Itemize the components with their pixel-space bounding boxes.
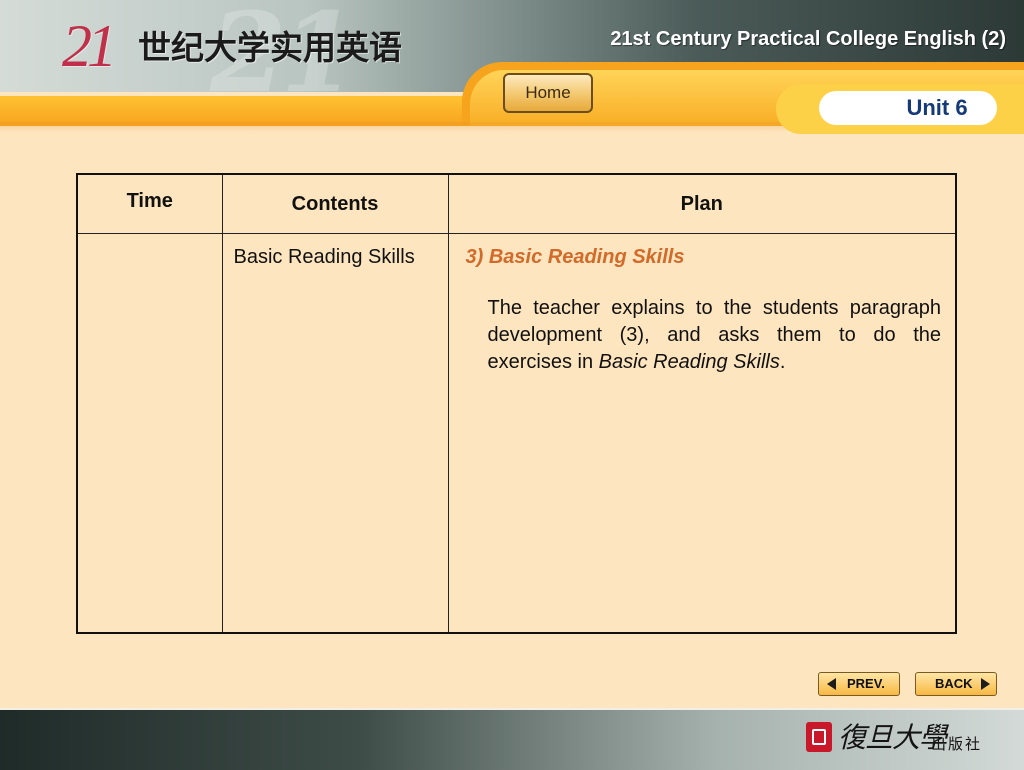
prev-button-label: PREV.: [847, 676, 885, 691]
cell-plan: 3) Basic Reading Skills The teacher expl…: [447, 233, 957, 634]
header-plan: Plan: [447, 173, 957, 234]
logo-chinese-title: 世纪大学实用英语: [138, 28, 402, 67]
publisher-seal-icon: [806, 722, 832, 752]
header-time: Time: [76, 173, 223, 234]
plan-text-end: .: [779, 351, 786, 373]
plan-heading: 3) Basic Reading Skills: [465, 246, 685, 268]
plan-table: Time Contents Plan Basic Reading Skills …: [76, 173, 957, 634]
plan-text-emphasis: Basic Reading Skills: [598, 351, 780, 373]
cell-time: [76, 233, 223, 634]
back-button[interactable]: BACK: [915, 672, 997, 696]
logo-number: 21: [62, 13, 117, 79]
prev-button[interactable]: PREV.: [818, 672, 900, 696]
back-button-label: BACK: [935, 676, 973, 691]
arrow-right-icon: [981, 678, 990, 690]
header-contents: Contents: [221, 173, 449, 234]
plan-text: The teacher explains to the students par…: [488, 295, 942, 376]
home-button[interactable]: Home: [503, 73, 593, 113]
unit-label: Unit 6: [819, 91, 997, 125]
publisher-suffix: 出版社: [931, 735, 983, 753]
cell-contents: Basic Reading Skills: [221, 233, 449, 634]
course-title: 21st Century Practical College English (…: [610, 28, 1006, 50]
publisher-name: 復旦大學: [838, 721, 947, 754]
table-row: Basic Reading Skills 3) Basic Reading Sk…: [76, 233, 957, 634]
arrow-left-icon: [827, 678, 836, 690]
table-header-row: Time Contents Plan: [76, 173, 957, 234]
